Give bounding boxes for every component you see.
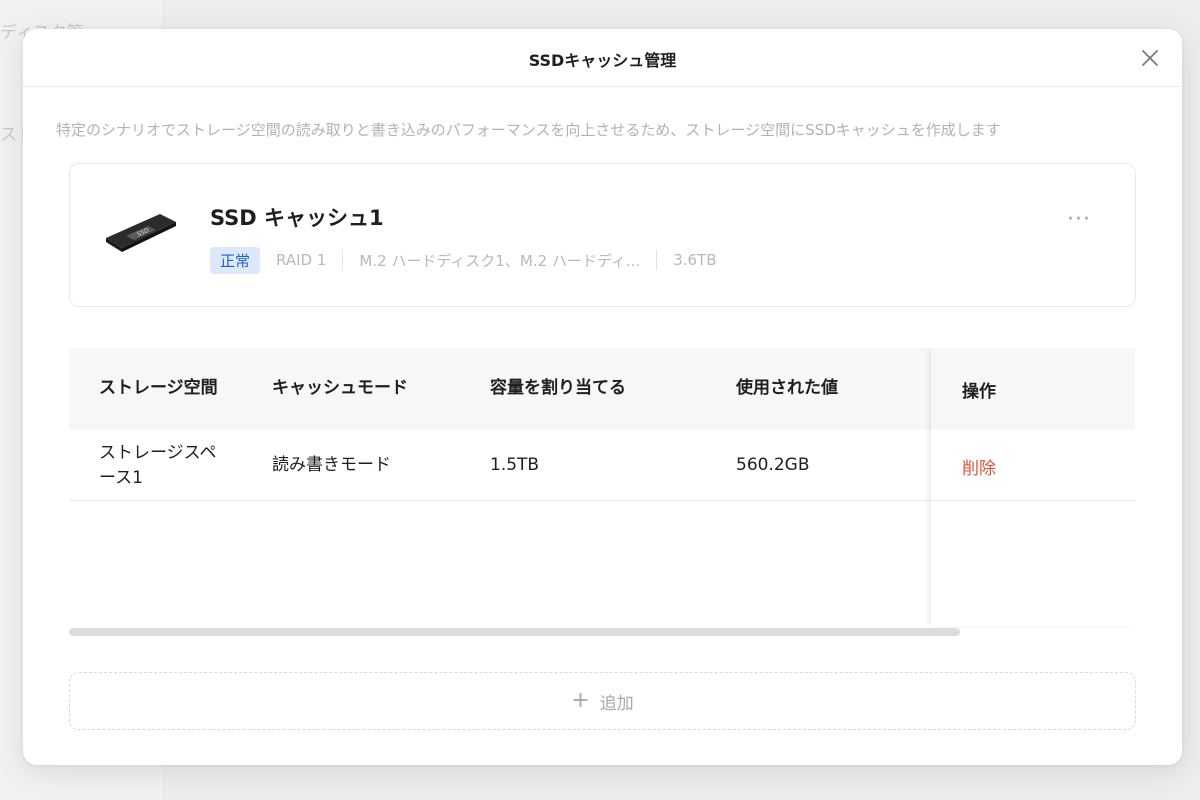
cell-storage: ストレージスペース1 [99,442,217,489]
disk-list: M.2 ハードディスク1、M.2 ハードディ... [359,251,641,270]
cache-name: SSD キャッシュ1 [210,206,384,230]
dialog-title: SSDキャッシュ管理 [528,51,677,70]
column-header-operations: 操作 [962,382,996,402]
cache-meta: 正常 RAID 1 M.2 ハードディスク1、M.2 ハードディ... 3.6T… [210,246,717,274]
column-header-storage: ストレージ空間 [99,378,218,399]
column-header-mode: キャッシュモード [272,378,408,399]
dialog-description: 特定のシナリオでストレージ空間の読み取りと書き込みのパフォーマンスを向上させるた… [56,121,1001,139]
operations-body: 削除 [931,430,1135,626]
meta-divider [342,250,344,270]
scrollbar-thumb[interactable] [69,628,960,636]
table-row-divider [931,500,1135,501]
cache-capacity: 3.6TB [673,251,717,269]
cache-storage-table: ストレージ空間 キャッシュモード 容量を割り当てる 使用された値 ストレージスペ… [69,348,1135,638]
ssd-drive-icon: SSD [106,214,176,252]
column-header-allocated: 容量を割り当てる [490,378,626,399]
dialog-header: SSDキャッシュ管理 [23,29,1182,87]
plus-icon: + [571,688,590,713]
operations-column: 操作 削除 [931,348,1135,626]
meta-divider [656,250,658,270]
close-button[interactable] [1138,46,1162,70]
more-options-button[interactable]: ··· [1067,207,1091,232]
more-icon: ··· [1067,207,1091,232]
status-badge: 正常 [210,246,261,274]
horizontal-scrollbar[interactable] [69,628,1135,636]
add-cache-button[interactable]: + 追加 [69,672,1136,730]
cell-used: 560.2GB [736,455,810,476]
cell-mode: 読み書きモード [272,455,391,476]
close-icon [1142,50,1158,66]
delete-button[interactable]: 削除 [962,454,996,479]
raid-level: RAID 1 [276,251,327,269]
ssd-cache-card: SSD SSD キャッシュ1 正常 RAID 1 M.2 ハードディスク1、M.… [69,163,1136,307]
ssd-cache-dialog: SSDキャッシュ管理 特定のシナリオでストレージ空間の読み取りと書き込みのパフォ… [23,29,1182,765]
add-button-label: 追加 [599,693,634,714]
column-header-used: 使用された値 [736,378,838,399]
cell-allocated: 1.5TB [490,455,540,476]
